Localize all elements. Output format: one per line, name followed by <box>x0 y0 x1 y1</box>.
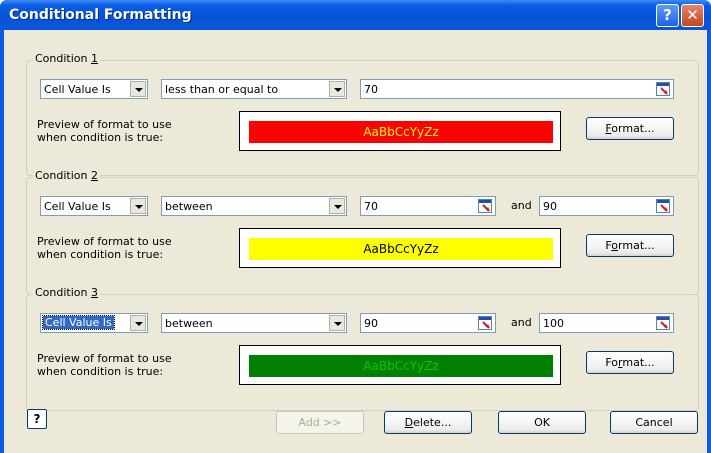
condition-2-type-value: Cell Value Is <box>44 200 111 213</box>
condition-3-type-select[interactable]: Cell Value Is <box>40 313 148 333</box>
condition-2-preview-label: Preview of format to use when condition … <box>37 235 207 261</box>
condition-1-preview-label: Preview of format to use when condition … <box>37 118 207 144</box>
condition-2-format-button[interactable]: Format... <box>586 234 674 257</box>
condition-3-operator-select[interactable]: between <box>161 313 347 333</box>
condition-2-label: Condition 2 <box>33 169 100 182</box>
chevron-down-icon[interactable] <box>329 81 345 97</box>
condition-1-value1-field[interactable]: 70 <box>360 79 674 99</box>
preview-label-line-1: Preview of format to use <box>37 235 172 248</box>
add-button[interactable]: Add >> <box>276 411 364 434</box>
condition-1-preview-box: AaBbCcYyZz <box>239 111 561 151</box>
help-title-button[interactable]: ? <box>656 4 679 27</box>
condition-3-value1-text: 90 <box>364 317 378 330</box>
condition-1-preview-sample: AaBbCcYyZz <box>249 121 553 143</box>
condition-3-preview-box: AaBbCcYyZz <box>239 345 561 385</box>
preview-label-line-1: Preview of format to use <box>37 118 172 131</box>
condition-2-operator-value: between <box>165 200 213 213</box>
collapse-dialog-icon[interactable] <box>656 316 670 330</box>
collapse-dialog-icon[interactable] <box>478 316 492 330</box>
condition-1-label: Condition 1 <box>33 52 100 65</box>
preview-label-line-2: when condition is true: <box>37 248 164 261</box>
ok-button[interactable]: OK <box>498 411 586 434</box>
condition-1-operator-value: less than or equal to <box>165 83 279 96</box>
preview-label-line-2: when condition is true: <box>37 365 164 378</box>
condition-3-and-label: and <box>511 316 532 329</box>
chevron-down-icon[interactable] <box>329 315 345 331</box>
help-icon[interactable]: ? <box>27 409 47 429</box>
condition-1-type-value: Cell Value Is <box>44 83 111 96</box>
condition-1-group: Condition 1 Cell Value Is less than or e… <box>26 52 699 176</box>
condition-3-operator-value: between <box>165 317 213 330</box>
condition-3-format-button[interactable]: Format... <box>586 351 674 374</box>
collapse-dialog-icon[interactable] <box>656 82 670 96</box>
condition-3-value2-field[interactable]: 100 <box>539 313 674 333</box>
delete-button[interactable]: Delete... <box>384 411 472 434</box>
condition-1-format-button[interactable]: Format... <box>586 117 674 140</box>
condition-1-type-select[interactable]: Cell Value Is <box>40 79 148 99</box>
chevron-down-icon[interactable] <box>130 315 146 331</box>
preview-label-line-2: when condition is true: <box>37 131 164 144</box>
chevron-down-icon[interactable] <box>329 198 345 214</box>
dialog-body: Condition 1 Cell Value Is less than or e… <box>4 30 707 453</box>
condition-3-type-value: Cell Value Is <box>42 315 115 330</box>
condition-3-group: Condition 3 Cell Value Is between 90 and… <box>26 286 699 411</box>
condition-2-operator-select[interactable]: between <box>161 196 347 216</box>
condition-3-label: Condition 3 <box>33 286 100 299</box>
close-button[interactable]: ✕ <box>681 4 704 27</box>
chevron-down-icon[interactable] <box>130 81 146 97</box>
condition-2-type-select[interactable]: Cell Value Is <box>40 196 148 216</box>
collapse-dialog-icon[interactable] <box>478 199 492 213</box>
condition-3-preview-label: Preview of format to use when condition … <box>37 352 207 378</box>
condition-2-and-label: and <box>511 199 532 212</box>
condition-2-preview-box: AaBbCcYyZz <box>239 228 561 268</box>
collapse-dialog-icon[interactable] <box>656 199 670 213</box>
condition-3-preview-sample: AaBbCcYyZz <box>249 355 553 377</box>
condition-1-value1-text: 70 <box>364 83 378 96</box>
preview-label-line-1: Preview of format to use <box>37 352 172 365</box>
condition-2-value2-field[interactable]: 90 <box>539 196 674 216</box>
condition-2-preview-sample: AaBbCcYyZz <box>249 238 553 260</box>
title-bar[interactable]: Conditional Formatting ? ✕ <box>0 0 711 30</box>
cancel-button[interactable]: Cancel <box>610 411 698 434</box>
condition-3-value2-text: 100 <box>543 317 564 330</box>
condition-1-operator-select[interactable]: less than or equal to <box>161 79 347 99</box>
dialog-title: Conditional Formatting <box>9 7 192 23</box>
chevron-down-icon[interactable] <box>130 198 146 214</box>
condition-3-value1-field[interactable]: 90 <box>360 313 496 333</box>
condition-2-value1-field[interactable]: 70 <box>360 196 496 216</box>
condition-2-group: Condition 2 Cell Value Is between 70 and… <box>26 169 699 295</box>
condition-2-value1-text: 70 <box>364 200 378 213</box>
condition-2-value2-text: 90 <box>543 200 557 213</box>
